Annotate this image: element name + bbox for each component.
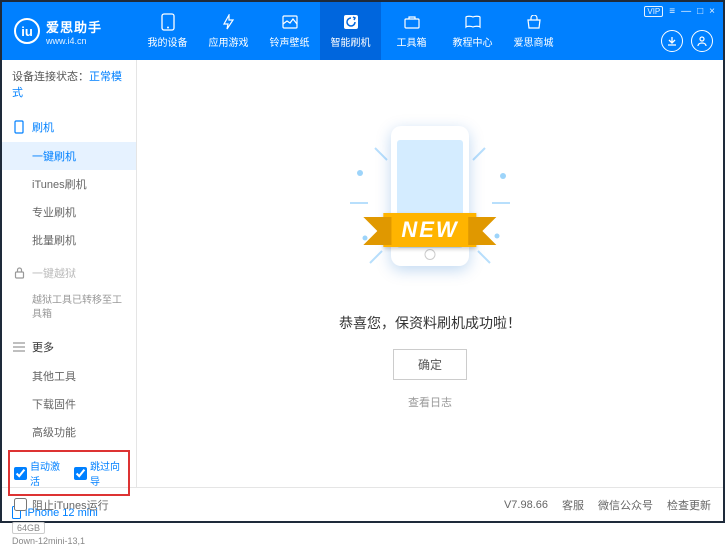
book-icon: [464, 13, 482, 31]
maximize-icon[interactable]: □: [697, 6, 703, 17]
view-log-link[interactable]: 查看日志: [408, 394, 452, 410]
category-jailbreak[interactable]: 一键越狱: [2, 258, 136, 288]
sidebar-item-batch[interactable]: 批量刷机: [2, 226, 136, 254]
store-icon: [525, 13, 543, 31]
device-detail: Down-12mini-13,1: [12, 536, 126, 546]
main-content: NEW 恭喜您，保资料刷机成功啦！ 确定 查看日志: [137, 60, 723, 487]
category-more[interactable]: 更多: [2, 332, 136, 362]
close-icon[interactable]: ×: [709, 6, 715, 17]
minimize-icon[interactable]: —: [681, 6, 691, 17]
refresh-icon: [342, 13, 360, 31]
nav-flash[interactable]: 智能刷机: [320, 2, 381, 60]
toolbox-icon: [403, 13, 421, 31]
sidebar-item-oneclick[interactable]: 一键刷机: [2, 142, 136, 170]
sidebar-item-itunes[interactable]: iTunes刷机: [2, 170, 136, 198]
success-illustration: NEW: [325, 118, 535, 288]
auto-activate-checkbox[interactable]: 自动激活: [14, 458, 64, 488]
lock-icon: [12, 266, 26, 280]
sidebar-item-other[interactable]: 其他工具: [2, 362, 136, 390]
wechat-link[interactable]: 微信公众号: [598, 497, 653, 513]
apps-icon: [220, 13, 238, 31]
menu-icon[interactable]: ≡: [669, 6, 675, 17]
nav-ringtones[interactable]: 铃声壁纸: [259, 2, 320, 60]
options-highlight: 自动激活 跳过向导: [8, 450, 130, 496]
storage-badge: 64GB: [12, 522, 45, 534]
ok-button[interactable]: 确定: [393, 349, 467, 380]
connection-status: 设备连接状态：正常模式: [2, 60, 136, 108]
sidebar-item-firmware[interactable]: 下载固件: [2, 390, 136, 418]
sidebar-item-pro[interactable]: 专业刷机: [2, 198, 136, 226]
nav-apps[interactable]: 应用游戏: [198, 2, 259, 60]
logo-icon: iu: [14, 18, 40, 44]
phone-icon: [159, 13, 177, 31]
new-ribbon: NEW: [383, 213, 476, 247]
main-nav: 我的设备 应用游戏 铃声壁纸 智能刷机 工具箱 教程中心 爱思商城: [137, 2, 723, 60]
block-itunes-checkbox[interactable]: 阻止iTunes运行: [14, 497, 109, 513]
sidebar: 设备连接状态：正常模式 刷机 一键刷机 iTunes刷机 专业刷机 批量刷机 一…: [2, 60, 137, 487]
app-title: 爱思助手: [46, 17, 102, 36]
nav-my-device[interactable]: 我的设备: [137, 2, 198, 60]
service-link[interactable]: 客服: [562, 497, 584, 513]
vip-icon[interactable]: VIP: [644, 6, 663, 17]
wallpaper-icon: [281, 13, 299, 31]
download-button[interactable]: [661, 30, 683, 52]
header: iu 爱思助手 www.i4.cn 我的设备 应用游戏 铃声壁纸 智能刷机 工具…: [2, 2, 723, 60]
skip-wizard-checkbox[interactable]: 跳过向导: [74, 458, 124, 488]
sidebar-item-advanced[interactable]: 高级功能: [2, 418, 136, 446]
window-controls: VIP ≡ — □ ×: [644, 6, 715, 17]
more-icon: [12, 340, 26, 354]
success-message: 恭喜您，保资料刷机成功啦！: [339, 313, 521, 333]
version-label: V7.98.66: [504, 499, 548, 511]
logo: iu 爱思助手 www.i4.cn: [2, 17, 137, 46]
jailbreak-note: 越狱工具已转移至工具箱: [2, 288, 136, 328]
nav-toolbox[interactable]: 工具箱: [381, 2, 442, 60]
app-url: www.i4.cn: [46, 36, 102, 46]
update-link[interactable]: 检查更新: [667, 497, 711, 513]
category-flash[interactable]: 刷机: [2, 112, 136, 142]
phone-icon: [12, 120, 26, 134]
nav-tutorials[interactable]: 教程中心: [442, 2, 503, 60]
user-button[interactable]: [691, 30, 713, 52]
nav-store[interactable]: 爱思商城: [503, 2, 564, 60]
